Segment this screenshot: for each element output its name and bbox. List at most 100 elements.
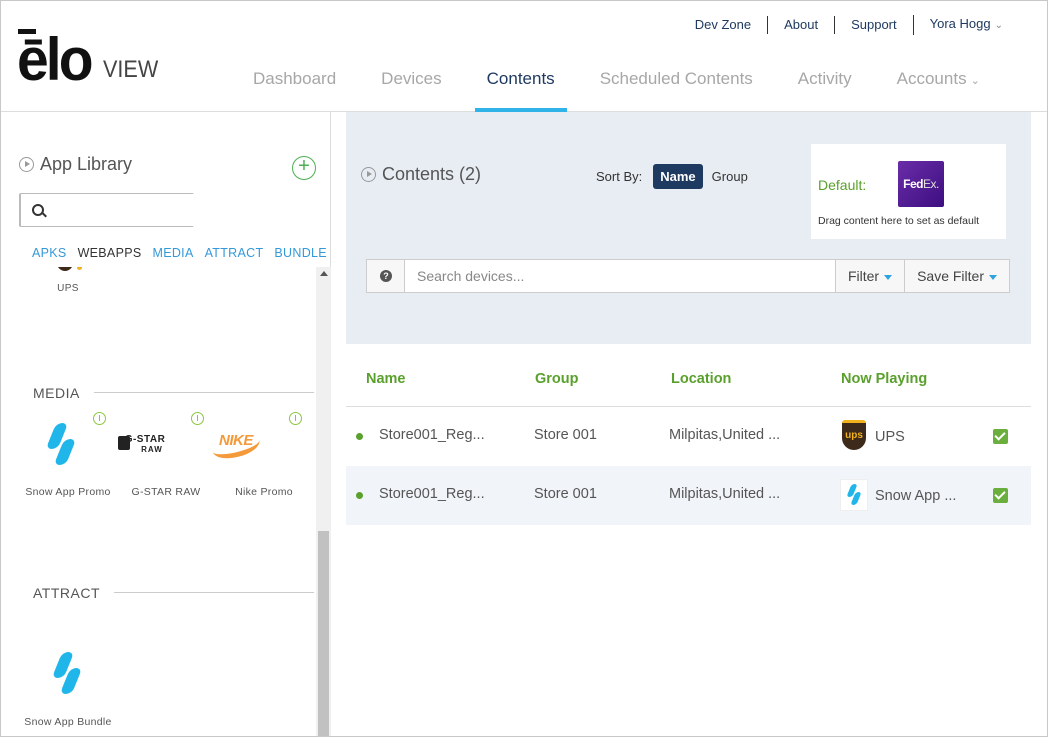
gstar-mark [118,436,130,450]
tab-accounts[interactable]: Accounts ⌄ [885,57,992,112]
devices-table: Name Group Location Now Playing Store001… [346,344,1031,525]
user-menu[interactable]: Yora Hogg ⌄ [912,15,1019,35]
tab-activity[interactable]: Activity [786,57,864,112]
section-divider [94,392,314,393]
ups-dot [77,267,82,270]
checkbox-checked[interactable] [993,488,1008,503]
library-search-input[interactable] [21,194,198,226]
play-circle-icon [361,167,376,182]
table-row[interactable]: Store001_Reg... Store 001 Milpitas,Unite… [346,466,1031,525]
app-art: NIKE [212,412,313,474]
scroll-up-arrow-icon[interactable] [320,271,328,276]
download-icon[interactable] [93,412,106,425]
tab-label: Activity [797,69,852,88]
column-header-name[interactable]: Name [366,371,406,387]
app-tile-snow-app-promo[interactable]: Snow App Promo [19,412,117,498]
fedex-logo-fed: Fed [903,177,923,191]
snow-logo-icon [840,479,868,511]
app-library-title[interactable]: App Library [19,154,132,175]
logo-view-text: VIEW [102,56,158,83]
library-scrollbar[interactable] [316,267,331,736]
caret-down-icon [989,274,997,280]
app-name: Nike Promo [235,486,293,498]
tab-dashboard[interactable]: Dashboard [241,57,348,112]
default-content-dropzone[interactable]: Default: FedEx. Drag content here to set… [811,144,1006,239]
table-row[interactable]: Store001_Reg... Store 001 Milpitas,Unite… [346,407,1031,466]
cell-group: Store 001 [534,486,597,502]
library-tabs: APKS WEBAPPS MEDIA ATTRACT BUNDLE [32,246,338,260]
library-tab-apks[interactable]: APKS [32,246,67,260]
library-tab-media[interactable]: MEDIA [153,246,194,260]
filter-label: Filter [847,268,880,284]
app-library-label: App Library [40,154,133,174]
app-tile-nike-promo[interactable]: NIKE Nike Promo [212,412,313,498]
help-button[interactable]: ? [367,260,405,292]
logo-elo-text: ēlo [16,26,94,93]
cell-name[interactable]: Store001_Reg... [379,427,485,443]
library-search [19,193,198,227]
snow-logo-icon [51,652,83,694]
add-app-button[interactable]: + [292,156,316,180]
tab-contents[interactable]: Contents [474,57,567,112]
device-filter-bar: ? Filter Save Filter [366,259,1010,293]
save-filter-label: Save Filter [917,268,984,284]
chevron-down-icon: ⌄ [970,75,980,87]
app-art: G-STAR RAW [117,412,215,474]
cell-location: Milpitas,United ... [669,486,781,502]
default-hint: Drag content here to set as default [818,215,980,227]
save-filter-button[interactable]: Save Filter [904,260,1009,292]
contents-title[interactable]: Contents (2) [361,164,481,185]
online-status-dot [356,492,363,499]
fedex-logo[interactable]: FedEx. [898,161,944,207]
app-art [19,642,117,704]
library-tab-webapps[interactable]: WEBAPPS [78,246,142,260]
elo-view-logo[interactable]: ēlo VIEW [15,26,164,93]
tab-label: Contents [486,69,555,88]
contents-panel: Contents (2) Sort By: Name Group Default… [346,112,1031,344]
snow-logo-icon [45,423,77,465]
dev-zone-link[interactable]: Dev Zone [679,16,767,34]
column-header-location[interactable]: Location [671,371,731,387]
app-tile-snow-app-bundle[interactable]: Snow App Bundle [19,642,117,728]
sort-name-button[interactable]: Name [653,164,703,189]
main-nav: Dashboard Devices Contents Scheduled Con… [241,57,1013,112]
search-devices-input[interactable] [405,260,835,292]
checkbox-checked[interactable] [993,429,1008,444]
header: ēlo VIEW Dev Zone About Support Yora Hog… [1,1,1047,112]
tab-label: Dashboard [253,69,337,88]
column-header-now-playing[interactable]: Now Playing [841,371,927,387]
app-name: Snow App Bundle [24,716,112,728]
column-header-group[interactable]: Group [535,371,579,387]
app-name-ups: UPS [57,283,79,294]
tab-label: Accounts [896,69,967,88]
library-tab-attract[interactable]: ATTRACT [205,246,264,260]
chevron-down-icon: ⌄ [994,20,1003,31]
filter-button[interactable]: Filter [834,260,905,292]
plus-icon: + [298,155,310,177]
cell-name[interactable]: Store001_Reg... [379,486,485,502]
ups-logo-icon: ups [840,420,868,452]
scroll-thumb[interactable] [318,531,329,736]
ups-shield-shape [57,267,73,271]
default-label: Default: [818,177,867,193]
sort-group-button[interactable]: Group [705,164,755,189]
ups-logo[interactable] [51,267,82,275]
about-link[interactable]: About [767,16,834,34]
nike-logo-icon: NIKE [211,432,271,463]
sort-by: Sort By: Name Group [596,164,755,189]
cell-now-playing: UPS [875,429,905,445]
support-link[interactable]: Support [834,16,913,34]
gstar-logo-icon: G-STAR RAW [115,435,175,454]
caret-down-icon [884,274,893,280]
search-icon[interactable] [20,194,44,226]
app-frame: ēlo VIEW Dev Zone About Support Yora Hog… [0,0,1048,737]
tab-scheduled-contents[interactable]: Scheduled Contents [588,57,765,112]
download-icon[interactable] [191,412,204,425]
library-tab-bundle[interactable]: BUNDLE [274,246,327,260]
section-divider [114,592,314,593]
download-icon[interactable] [289,412,302,425]
tab-devices[interactable]: Devices [369,57,453,112]
library-scroll-area[interactable]: UPS MEDIA Snow App Promo G-STAR RAW G-ST… [1,267,331,736]
online-status-dot [356,433,363,440]
app-tile-gstar-raw[interactable]: G-STAR RAW G-STAR RAW [117,412,215,498]
